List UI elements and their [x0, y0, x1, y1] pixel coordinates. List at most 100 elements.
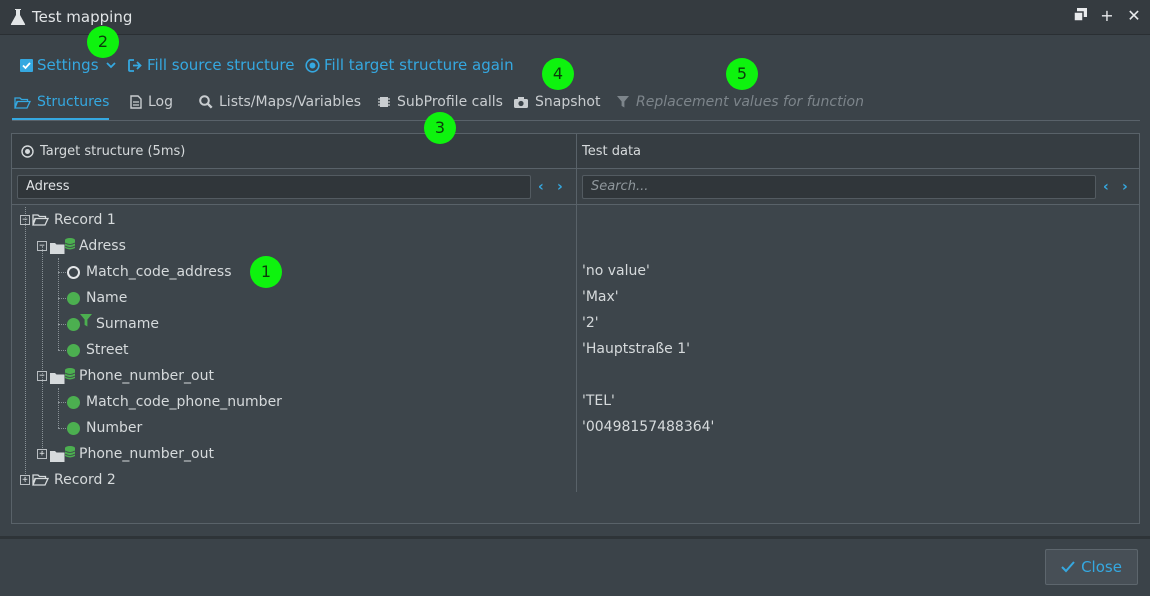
- dialog-footer: [0, 536, 1150, 596]
- tree-node-label: Record 1: [54, 212, 116, 228]
- test-value: 'no value': [582, 263, 650, 279]
- tree-node-match-code-address[interactable]: Match_code_address: [67, 259, 231, 285]
- chevron-right-icon[interactable]: ›: [1122, 179, 1128, 195]
- flask-icon: [10, 9, 26, 25]
- tree-node-record-1[interactable]: − Record 1: [20, 207, 116, 233]
- chevron-left-icon[interactable]: ‹: [1103, 179, 1109, 195]
- annotation-marker-2: 2: [87, 26, 119, 58]
- target-icon: [21, 145, 34, 158]
- folder-open-icon: [14, 96, 31, 109]
- filter-icon: [617, 96, 629, 108]
- search-icon: [199, 95, 213, 109]
- tab-subprofile-calls[interactable]: SubProfile calls: [377, 91, 503, 113]
- tab-replacement-label: Replacement values for function: [636, 94, 864, 110]
- structure-filter-input[interactable]: Adress: [17, 175, 531, 199]
- tree-node-match-code-phone-number[interactable]: Match_code_phone_number: [67, 389, 282, 415]
- tab-log[interactable]: Log: [130, 91, 173, 113]
- folder-database-icon: [50, 368, 76, 384]
- folder-open-icon: [32, 214, 50, 226]
- filter-icon: [80, 313, 92, 326]
- folder-database-icon: [50, 238, 76, 254]
- folder-database-icon: [50, 446, 76, 462]
- annotation-marker-3: 3: [424, 112, 456, 144]
- target-icon: [305, 57, 320, 73]
- tree-node-label: Street: [86, 342, 129, 358]
- checkbox-icon: [20, 58, 33, 72]
- tree-node-label: Match_code_address: [86, 264, 232, 280]
- tree-node-label: Record 2: [54, 472, 116, 488]
- camera-icon: [514, 96, 528, 108]
- folder-open-icon: [32, 474, 50, 486]
- tab-lists-label: Lists/Maps/Variables: [219, 94, 362, 110]
- annotation-marker-1: 1: [250, 256, 282, 288]
- tree-node-number[interactable]: Number: [67, 415, 142, 441]
- tree-node-adress[interactable]: − Adress: [37, 233, 126, 259]
- tab-structures-label: Structures: [37, 94, 110, 110]
- chevron-down-icon: [105, 62, 116, 69]
- tree-node-street[interactable]: Street: [67, 337, 129, 363]
- close-button-label: Close: [1081, 558, 1122, 576]
- field-icon: [67, 317, 80, 331]
- tree-node-phone-number-out-2[interactable]: + Phone_number_out: [37, 441, 214, 467]
- tree-node-label: Phone_number_out: [79, 446, 214, 462]
- close-icon[interactable]: ✕: [1124, 6, 1144, 26]
- test-data-search-input[interactable]: Search...: [582, 175, 1096, 199]
- test-value: '00498157488364': [582, 419, 715, 435]
- tree-node-record-2[interactable]: + Record 2: [20, 467, 116, 493]
- empty-field-icon: [67, 265, 80, 279]
- tree-node-surname[interactable]: Surname: [67, 311, 159, 337]
- tab-structures[interactable]: Structures: [14, 91, 109, 113]
- fill-target-label: Fill target structure again: [324, 56, 514, 74]
- expand-icon[interactable]: +: [37, 449, 47, 459]
- field-icon: [67, 395, 80, 409]
- annotation-marker-5: 5: [726, 58, 758, 90]
- fill-source-label: Fill source structure: [147, 56, 295, 74]
- tree-node-label: Name: [86, 290, 128, 306]
- fill-source-button[interactable]: Fill source structure: [128, 56, 294, 74]
- test-value: '2': [582, 315, 599, 331]
- test-value: 'Max': [582, 289, 619, 305]
- structure-panel: Target structure (5ms) Test data Adress …: [11, 133, 1140, 524]
- annotation-marker-4: 4: [542, 58, 574, 90]
- field-icon: [67, 343, 80, 357]
- tree-node-label: Number: [86, 420, 143, 436]
- tree-connector: [25, 207, 26, 482]
- document-icon: [130, 95, 142, 109]
- test-value: 'TEL': [582, 393, 615, 409]
- chevron-right-icon[interactable]: ›: [557, 179, 563, 195]
- chip-icon: [378, 97, 390, 107]
- expand-icon[interactable]: +: [20, 475, 30, 485]
- window-title: Test mapping: [32, 8, 133, 26]
- settings-label: Settings: [37, 56, 99, 74]
- fill-target-button[interactable]: Fill target structure again: [305, 56, 514, 74]
- settings-dropdown[interactable]: Settings: [20, 56, 116, 74]
- tabs-divider: [12, 120, 1140, 121]
- collapse-icon[interactable]: −: [37, 241, 47, 251]
- field-icon: [67, 291, 80, 305]
- test-value: 'Hauptstraße 1': [582, 341, 690, 357]
- window-titlebar: Test mapping + ✕: [0, 0, 1150, 35]
- target-structure-header: Target structure (5ms): [40, 144, 186, 159]
- tree-node-label: Match_code_phone_number: [86, 394, 282, 410]
- restore-icon[interactable]: [1070, 6, 1090, 26]
- column-divider: [576, 134, 577, 492]
- chevron-left-icon[interactable]: ‹: [538, 179, 544, 195]
- tab-lists-maps-variables[interactable]: Lists/Maps/Variables: [199, 91, 361, 113]
- tree-node-phone-number-out[interactable]: − Phone_number_out: [37, 363, 214, 389]
- tab-replacement-values: Replacement values for function: [616, 91, 864, 113]
- tab-subprofile-label: SubProfile calls: [397, 94, 503, 110]
- test-data-header: Test data: [582, 144, 642, 159]
- tab-snapshot-label: Snapshot: [535, 94, 601, 110]
- tree-connector: [58, 388, 59, 428]
- add-icon[interactable]: +: [1097, 6, 1117, 26]
- close-button[interactable]: Close: [1045, 549, 1138, 585]
- check-icon: [1061, 561, 1075, 573]
- collapse-icon[interactable]: −: [37, 371, 47, 381]
- sign-in-icon: [128, 58, 142, 72]
- tab-snapshot[interactable]: Snapshot: [513, 91, 600, 113]
- tree-node-label: Adress: [79, 238, 126, 254]
- collapse-icon[interactable]: −: [20, 215, 30, 225]
- field-icon: [67, 421, 80, 435]
- tree-node-name[interactable]: Name: [67, 285, 127, 311]
- tree-node-label: Surname: [96, 316, 159, 332]
